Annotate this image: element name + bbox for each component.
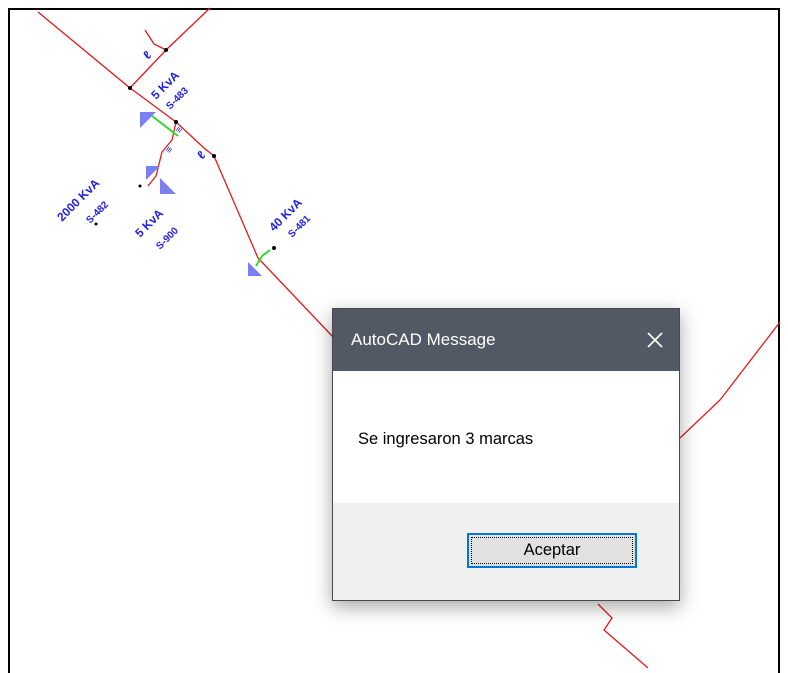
- label-t3-kva: 5 KvA: [132, 206, 166, 240]
- node-dot: [138, 184, 142, 188]
- marker-icon: [248, 262, 262, 276]
- dialog-message: Se ingresaron 3 marcas: [358, 430, 534, 448]
- dialog-titlebar[interactable]: AutoCAD Message: [333, 309, 679, 371]
- node-dot: [272, 246, 276, 250]
- line-symbol: ≡: [163, 144, 175, 155]
- ok-button[interactable]: Aceptar: [467, 533, 637, 568]
- node-dot: [164, 48, 168, 52]
- marker-icon: [140, 112, 156, 128]
- ok-button-label: Aceptar: [523, 541, 581, 559]
- message-dialog: AutoCAD Message Se ingresaron 3 marcas A…: [332, 308, 680, 601]
- label-t2-id: S-482: [84, 199, 111, 226]
- power-line: [37, 11, 335, 339]
- power-line-right: [679, 321, 781, 439]
- green-segment-1: [151, 115, 179, 137]
- dialog-footer: Aceptar: [333, 503, 679, 600]
- close-icon: [647, 332, 663, 348]
- node-dot: [212, 154, 216, 158]
- label-t3-id: S-900: [154, 225, 181, 252]
- power-line-branch-s483: [144, 29, 167, 51]
- node-dot: [174, 120, 178, 124]
- marker-icon: [160, 178, 176, 194]
- node-dot: [128, 86, 132, 90]
- dialog-title: AutoCAD Message: [351, 330, 496, 349]
- power-line-bottom: [597, 603, 649, 669]
- dialog-close-button[interactable]: [631, 309, 679, 371]
- line-symbol: ℓ: [140, 48, 154, 62]
- marker-icon: [146, 166, 160, 180]
